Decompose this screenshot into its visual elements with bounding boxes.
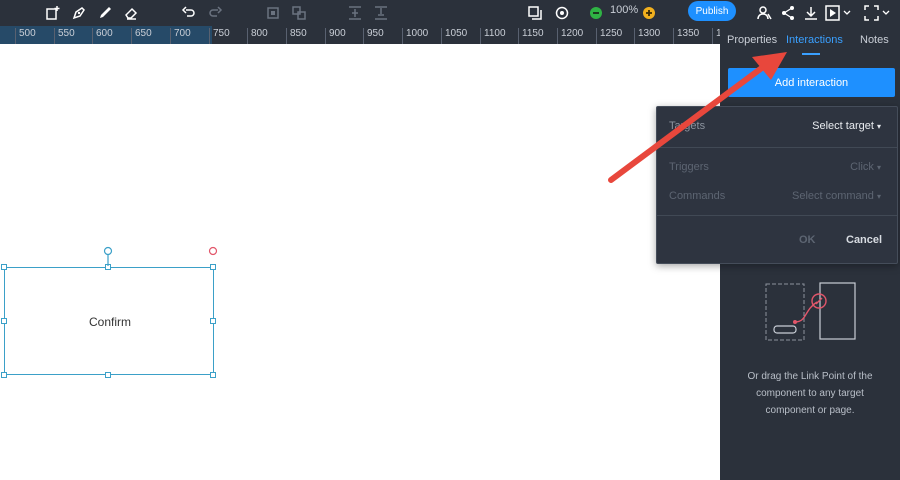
play-icon[interactable] [823, 2, 855, 24]
tab-notes[interactable]: Notes [860, 34, 889, 46]
top-toolbar: 100% Publish [0, 0, 900, 26]
resize-handle[interactable] [105, 372, 111, 378]
resize-handle[interactable] [1, 372, 7, 378]
add-interaction-button[interactable]: Add interaction [728, 68, 895, 97]
commands-label: Commands [669, 190, 726, 202]
resize-handle[interactable] [1, 318, 7, 324]
ruler-label: 750 [209, 28, 230, 44]
zoom-out-icon[interactable] [585, 2, 607, 24]
trigger-dropdown[interactable]: Click ▾ [850, 161, 881, 173]
ruler-label: 1400 [712, 28, 720, 44]
redo-icon[interactable] [204, 2, 226, 24]
ruler-label: 500 [15, 28, 36, 44]
copy-icon[interactable] [524, 2, 546, 24]
ruler-label: 550 [54, 28, 75, 44]
command-dropdown[interactable]: Select command ▾ [792, 190, 881, 202]
eraser-icon[interactable] [120, 2, 142, 24]
link-point-illustration-icon [765, 282, 856, 341]
resize-handle[interactable] [210, 372, 216, 378]
link-point-icon[interactable] [207, 245, 219, 257]
resize-handle[interactable] [210, 318, 216, 324]
ruler-label: 1350 [673, 28, 699, 44]
active-tab-indicator [802, 53, 820, 55]
ruler-label: 650 [131, 28, 152, 44]
command-value: Select command [791, 190, 874, 202]
divider [657, 147, 897, 148]
ruler-label: 1100 [480, 28, 506, 44]
divider [657, 215, 897, 216]
tab-properties[interactable]: Properties [727, 34, 777, 46]
chevron-down-icon: ▾ [876, 163, 881, 172]
pen-icon[interactable] [68, 2, 90, 24]
select-target-dropdown[interactable]: Select target ▾ [812, 120, 881, 132]
new-page-icon[interactable] [42, 2, 64, 24]
ruler-label: 1150 [518, 28, 544, 44]
horizontal-ruler: 500 550 600 650 700 750 800 850 900 950 … [0, 26, 720, 44]
zoom-level: 100% [610, 4, 639, 16]
download-icon[interactable] [800, 2, 822, 24]
chevron-down-icon: ▾ [876, 192, 881, 201]
publish-button[interactable]: Publish [688, 1, 736, 21]
ruler-label: 1200 [557, 28, 583, 44]
ruler-label: 800 [247, 28, 268, 44]
ruler-label: 850 [286, 28, 307, 44]
resize-handle[interactable] [1, 264, 7, 270]
targets-label: Targets [669, 120, 706, 132]
ruler-label: 600 [92, 28, 113, 44]
fullscreen-icon[interactable] [862, 2, 894, 24]
ungroup-icon[interactable] [288, 2, 310, 24]
trigger-value: Click [850, 161, 874, 173]
rotate-handle-icon[interactable] [100, 244, 120, 268]
ruler-label: 1000 [402, 28, 428, 44]
ruler-label: 900 [325, 28, 346, 44]
zoom-in-icon[interactable] [638, 2, 660, 24]
user-icon[interactable] [754, 2, 776, 24]
ruler-label: 1050 [441, 28, 467, 44]
tab-interactions[interactable]: Interactions [786, 34, 843, 46]
settings-icon[interactable] [551, 2, 573, 24]
group-icon[interactable] [262, 2, 284, 24]
ruler-label: 700 [170, 28, 191, 44]
pencil-icon[interactable] [94, 2, 116, 24]
ruler-label: 1250 [596, 28, 622, 44]
ruler-label: 950 [363, 28, 384, 44]
link-point-hint: Or drag the Link Point of the component … [747, 371, 873, 416]
confirm-component[interactable]: Confirm [4, 267, 214, 375]
ruler-label: 1300 [634, 28, 660, 44]
cancel-button[interactable]: Cancel [846, 234, 882, 246]
chevron-down-icon: ▾ [876, 122, 881, 131]
component-label: Confirm [88, 315, 131, 329]
undo-icon[interactable] [178, 2, 200, 24]
ok-button[interactable]: OK [799, 234, 816, 246]
select-target-text: Select target [812, 120, 874, 132]
share-icon[interactable] [777, 2, 799, 24]
interaction-popup: Targets Select target ▾ Triggers Click ▾… [656, 106, 898, 264]
distribute-icon[interactable] [370, 2, 392, 24]
align-center-icon[interactable] [344, 2, 366, 24]
resize-handle[interactable] [210, 264, 216, 270]
triggers-label: Triggers [669, 161, 709, 173]
